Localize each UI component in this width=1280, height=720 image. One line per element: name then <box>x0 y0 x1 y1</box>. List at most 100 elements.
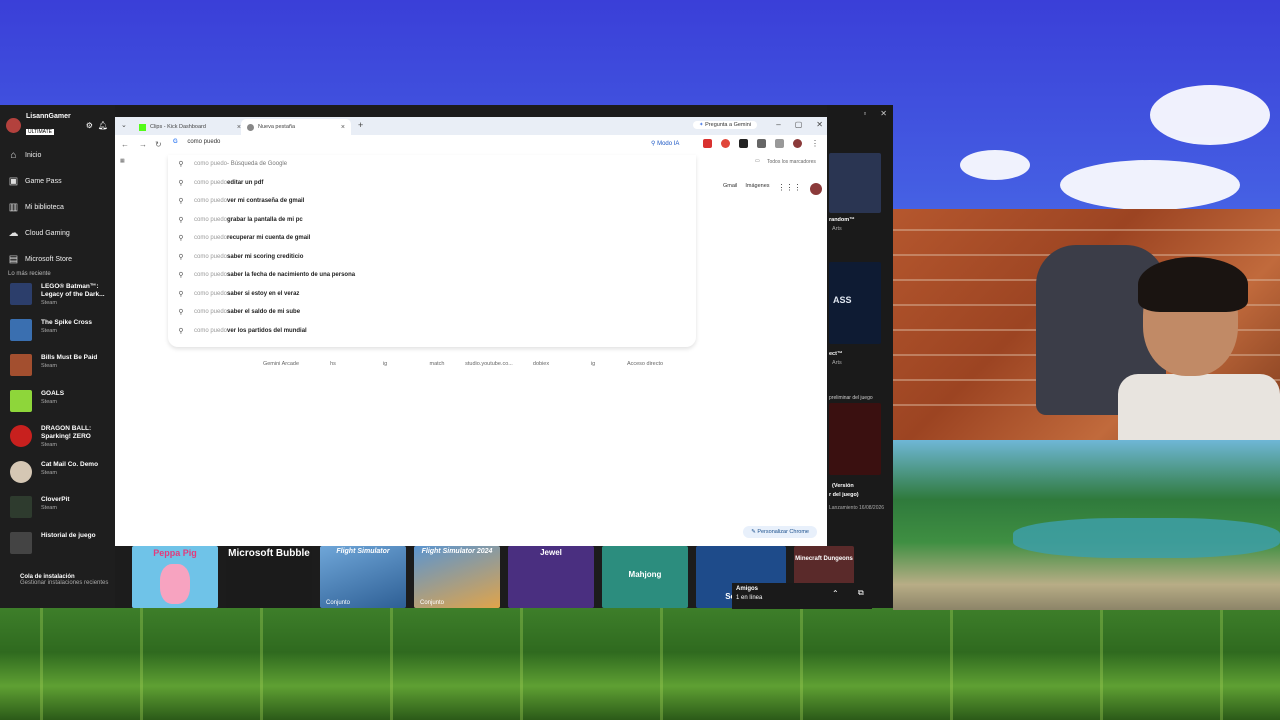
search-icon: ⚲ <box>178 290 184 298</box>
nav-library[interactable]: ▥ Mi biblioteca <box>8 194 72 220</box>
minimize-icon[interactable]: – <box>776 120 780 129</box>
store-tile[interactable]: Mahjong <box>602 546 688 608</box>
omnibox[interactable]: G como puedo <box>173 139 220 145</box>
suggestion-prefix: como puedo <box>194 309 228 316</box>
user-profile[interactable]: LisannGamer ULTIMATE ⚙ 🔔︎ <box>6 113 108 138</box>
images-link[interactable]: Imágenes <box>745 183 769 195</box>
game-tile[interactable] <box>829 403 881 475</box>
omnibox-input[interactable]: como puedo <box>187 139 220 145</box>
suggestion-item[interactable]: ⚲ como puedo saber si estoy en el veraz <box>168 285 696 304</box>
suggestion-prefix: como puedo <box>194 216 228 223</box>
recent-title: Lo más reciente <box>8 271 51 277</box>
user-name: LisannGamer <box>26 113 71 120</box>
install-queue[interactable]: Cola de instalación Gestionar instalacio… <box>20 574 108 586</box>
extension-icon[interactable] <box>757 139 766 148</box>
suggestion-prefix: como puedo <box>194 235 228 242</box>
back-icon[interactable]: ← <box>121 140 129 149</box>
friends-panel[interactable]: Amigos 1 en línea ⌃ ⧉ <box>732 583 872 609</box>
tab-new[interactable]: Nueva pestaña × <box>241 119 351 135</box>
recent-game[interactable]: DRAGON BALL: Sparking! ZERO Steam <box>10 425 107 461</box>
recent-game[interactable]: CloverPit Steam <box>10 496 107 532</box>
shortcut-tile[interactable]: hs <box>307 361 359 367</box>
avatar[interactable] <box>809 183 822 195</box>
tab-search-icon[interactable]: ⌄ <box>121 121 127 129</box>
shield-icon[interactable] <box>721 139 730 148</box>
folder-icon[interactable]: ▭ <box>755 158 760 164</box>
suggestion-item[interactable]: ⚲ como puedo recuperar mi cuenta de gmail <box>168 229 696 248</box>
shortcut-tile[interactable]: Acceso directo <box>619 361 671 367</box>
shortcut-tile[interactable]: dobiex <box>515 361 567 367</box>
search-icon: ⚲ <box>178 235 184 243</box>
play-history[interactable]: Historial de juego <box>10 531 107 568</box>
profile-avatar[interactable] <box>793 139 802 148</box>
modo-ia-button[interactable]: ⚲ Modo IA <box>651 140 679 147</box>
puzzle-icon[interactable] <box>775 139 784 148</box>
shortcut-tile[interactable]: Gemini Arcade <box>255 361 307 367</box>
suggestion-item[interactable]: ⚲ como puedo ver los partidos del mundial <box>168 322 696 341</box>
suggestion-item[interactable]: ⚲ como puedo editar un pdf <box>168 174 696 193</box>
ultimate-badge: ULTIMATE <box>26 129 54 135</box>
game-name: DRAGON BALL: Sparking! ZERO <box>41 425 92 440</box>
reload-icon[interactable]: ↻ <box>155 140 162 149</box>
suggestion-item[interactable]: ⚲ como puedo grabar la pantalla de mi pc <box>168 211 696 230</box>
recent-game[interactable]: Cat Mail Co. Demo Steam <box>10 460 107 497</box>
shortcut-tile[interactable]: ig <box>359 361 411 367</box>
tile-text: random™ <box>829 217 855 223</box>
extension-icon[interactable] <box>739 139 748 148</box>
game-tile[interactable] <box>829 153 881 213</box>
store-tile[interactable]: Flight Simulator Conjunto <box>320 546 406 608</box>
tile-caption: Conjunto <box>326 600 351 606</box>
suggestion-item[interactable]: ⚲ como puedo saber la fecha de nacimiento… <box>168 266 696 285</box>
nav-store[interactable]: ▤ Microsoft Store <box>8 246 72 272</box>
apps-icon[interactable]: ▦ <box>120 158 125 164</box>
nav-inicio[interactable]: ⌂ Inicio <box>8 142 72 168</box>
kebab-menu-icon[interactable]: ⋮ <box>811 139 819 148</box>
tab-label: Nueva pestaña <box>258 124 295 130</box>
tab-kick[interactable]: Clips - Kick Dashboard × <box>133 119 247 135</box>
recent-game[interactable]: GOALS Steam <box>10 389 107 426</box>
close-icon[interactable]: ✕ <box>816 120 823 129</box>
shortcut-tile[interactable]: ig <box>567 361 619 367</box>
new-tab-icon[interactable]: + <box>358 120 363 130</box>
close-tab-icon[interactable]: × <box>341 124 345 131</box>
store-tile[interactable]: Microsoft Bubble <box>226 546 312 608</box>
home-icon: ⌂ <box>10 149 17 161</box>
game-store: Steam <box>41 327 57 334</box>
apps-grid-icon[interactable]: ⋮⋮⋮ <box>778 183 802 195</box>
shortcut-tile[interactable]: studio.youtube.co... <box>463 361 515 367</box>
gemini-button[interactable]: ✦ Pregunta a Gemini <box>693 121 757 129</box>
game-thumbnail <box>10 496 32 518</box>
popout-icon[interactable]: ⧉ <box>858 588 864 598</box>
game-thumbnail <box>10 283 32 305</box>
suggestion-item[interactable]: ⚲ como puedo ver mi contraseña de gmail <box>168 192 696 211</box>
gmail-link[interactable]: Gmail <box>723 183 737 195</box>
game-store: Steam <box>41 469 57 476</box>
close-icon[interactable]: ✕ <box>880 109 887 118</box>
forward-icon[interactable]: → <box>139 140 147 149</box>
extension-icon[interactable] <box>703 139 712 148</box>
recent-game[interactable]: Bills Must Be Paid Steam <box>10 354 107 390</box>
tile-title: Microsoft Bubble <box>228 548 310 559</box>
suggestion-item[interactable]: ⚲ como puedo saber el saldo de mi sube <box>168 303 696 322</box>
nav-game-pass[interactable]: ▣ Game Pass <box>8 168 72 194</box>
all-bookmarks[interactable]: Todos los marcadores <box>767 159 816 165</box>
gear-icon[interactable]: ⚙ <box>86 121 93 130</box>
maximize-icon[interactable]: ▢ <box>795 120 803 129</box>
suggestion-item[interactable]: ⚲ como puedo saber mi scoring crediticio <box>168 248 696 267</box>
chevron-up-icon[interactable]: ⌃ <box>832 589 839 598</box>
shortcut-tile[interactable]: match <box>411 361 463 367</box>
suggestion-item[interactable]: ⚲ como puedo - Búsqueda de Google <box>168 155 696 174</box>
store-tile[interactable]: Flight Simulator 2024 Conjunto <box>414 546 500 608</box>
nav-cloud-gaming[interactable]: ☁ Cloud Gaming <box>8 220 72 246</box>
nav-label: Mi biblioteca <box>25 203 64 211</box>
search-icon: ⚲ <box>178 216 184 224</box>
pond <box>1013 518 1280 558</box>
suggestion-rest: saber mi scoring crediticio <box>227 253 304 260</box>
recent-game[interactable]: LEGO® Batman™: Legacy of the Dark... Stea… <box>10 283 107 319</box>
store-tile[interactable]: Peppa Pig <box>132 546 218 608</box>
recent-game[interactable]: The Spike Cross Steam <box>10 318 107 355</box>
personalize-chrome-button[interactable]: ✎ Personalizar Chrome <box>743 526 817 538</box>
store-tile[interactable]: Jewel <box>508 546 594 608</box>
maximize-icon[interactable]: ▫ <box>863 109 866 118</box>
bell-icon[interactable]: 🔔︎ <box>98 121 108 130</box>
